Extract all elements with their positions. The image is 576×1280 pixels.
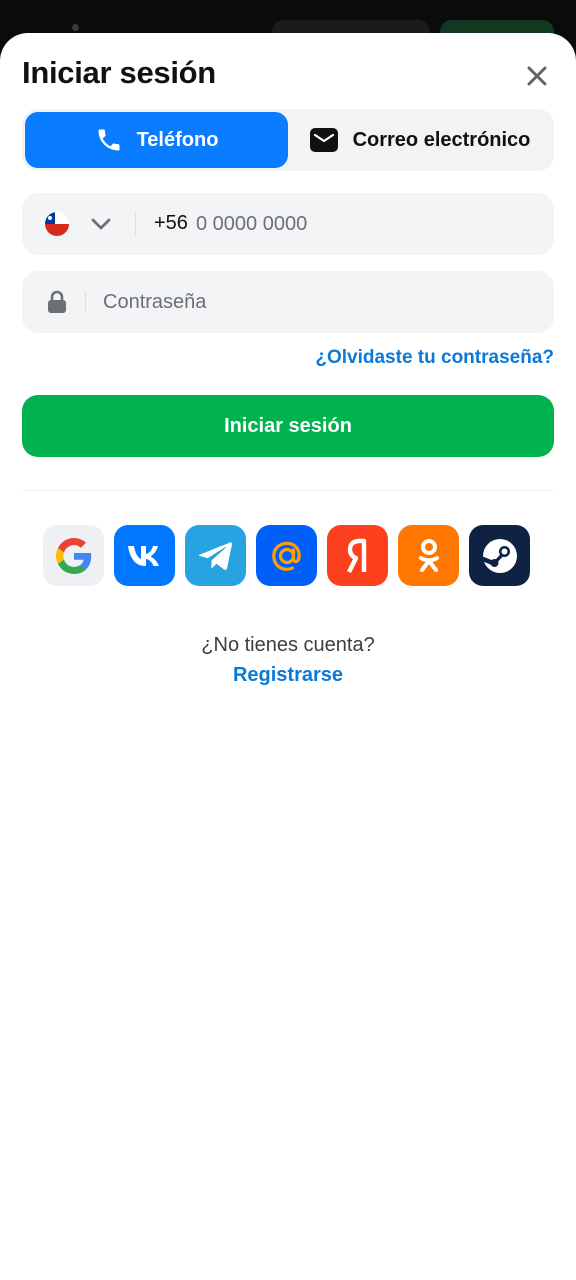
password-field	[22, 271, 554, 333]
chile-flag-icon	[45, 212, 69, 236]
tab-phone-label: Teléfono	[136, 128, 219, 151]
register-link-row: Registrarse	[0, 664, 576, 687]
close-button[interactable]	[520, 59, 554, 93]
phone-field: +56	[22, 193, 554, 255]
login-sheet: Iniciar sesión Teléfono Correo electróni…	[0, 33, 576, 1280]
mail-ru-login-button[interactable]	[256, 525, 317, 586]
tab-email-label: Correo electrónico	[352, 128, 531, 151]
no-account-text: ¿No tienes cuenta?	[201, 634, 375, 656]
password-input[interactable]	[103, 283, 523, 321]
forgot-password-link[interactable]: ¿Olvidaste tu contraseña?	[315, 347, 554, 369]
telegram-icon	[198, 541, 232, 570]
vk-login-button[interactable]	[114, 525, 175, 586]
page-title: Iniciar sesión	[22, 55, 216, 90]
steam-icon	[480, 538, 517, 573]
field-separator	[135, 213, 136, 235]
login-button[interactable]: Iniciar sesión	[22, 395, 554, 457]
odnoklassniki-icon	[418, 538, 439, 572]
phone-icon	[98, 129, 120, 151]
at-sign-icon	[271, 541, 301, 571]
telegram-login-button[interactable]	[185, 525, 246, 586]
tab-phone[interactable]: Teléfono	[25, 112, 288, 168]
odnoklassniki-login-button[interactable]	[398, 525, 459, 586]
tab-email[interactable]: Correo electrónico	[288, 112, 551, 168]
lock-icon	[46, 290, 68, 319]
country-code: +56	[154, 212, 188, 234]
yandex-icon	[346, 538, 366, 573]
google-login-button[interactable]	[43, 525, 104, 586]
envelope-icon	[309, 128, 338, 152]
social-login-row	[43, 525, 530, 586]
close-icon	[527, 66, 547, 86]
field-separator	[85, 291, 86, 313]
divider	[22, 490, 554, 491]
phone-input[interactable]	[196, 205, 526, 243]
register-link[interactable]: Registrarse	[233, 664, 343, 686]
country-selector-chevron-icon[interactable]	[90, 213, 112, 240]
google-icon	[55, 537, 91, 574]
yandex-login-button[interactable]	[327, 525, 388, 586]
background-dot	[72, 24, 79, 31]
login-method-tabs: Teléfono Correo electrónico	[22, 109, 554, 171]
steam-login-button[interactable]	[469, 525, 530, 586]
vk-icon	[127, 545, 159, 566]
